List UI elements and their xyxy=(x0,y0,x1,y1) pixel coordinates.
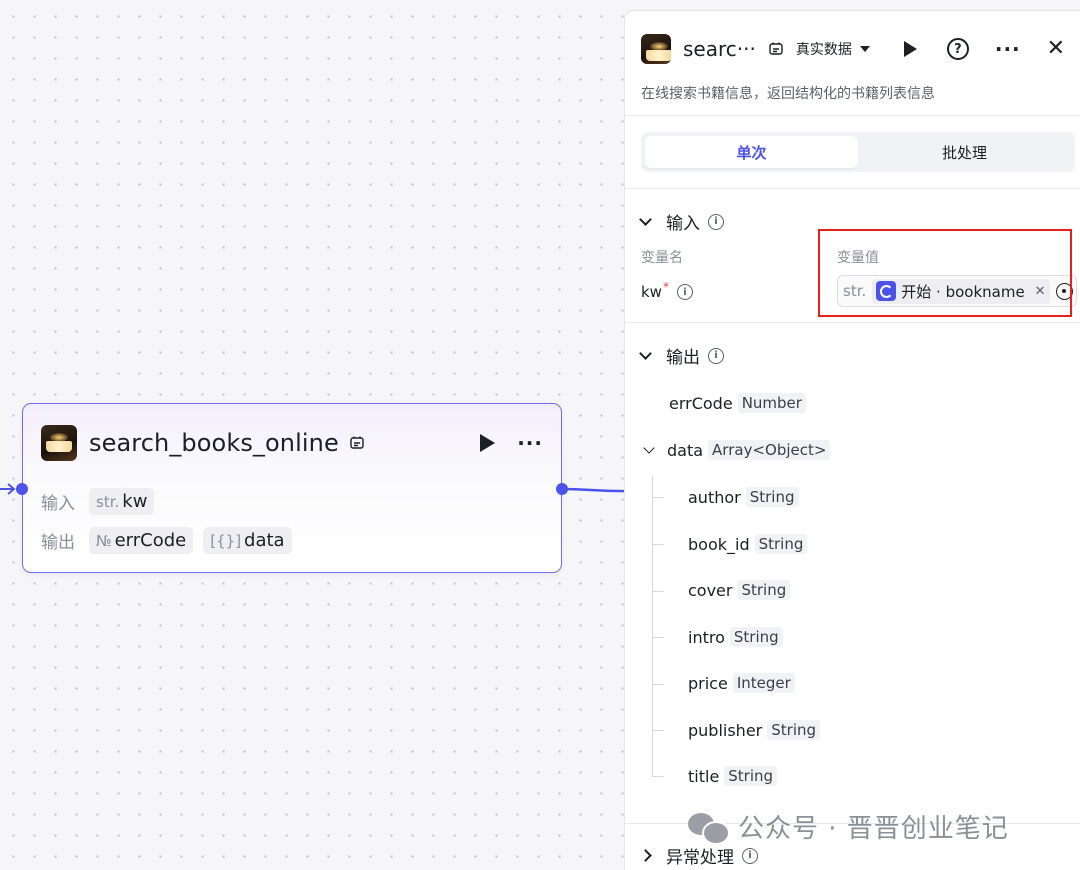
info-icon[interactable]: i xyxy=(708,347,724,364)
run-node-icon[interactable] xyxy=(480,434,496,452)
tab-batch[interactable]: 批处理 xyxy=(858,136,1071,168)
node-title: search_books_online xyxy=(89,429,339,457)
output-type: Integer xyxy=(732,673,795,693)
output-name: publisher xyxy=(688,720,763,740)
tree-branch xyxy=(652,591,664,592)
exception-section-title: 异常处理 xyxy=(666,848,734,868)
output-type: String xyxy=(737,580,791,600)
divider xyxy=(625,322,1080,323)
tree-branch xyxy=(652,730,664,731)
input-port[interactable] xyxy=(16,483,28,495)
node-output-name: errCode xyxy=(114,530,187,551)
chevron-right-icon xyxy=(639,849,652,862)
tree-branch xyxy=(652,776,664,777)
watermark: 公众号 · 晋晋创业笔记 xyxy=(688,808,1009,845)
tree-branch xyxy=(652,684,664,685)
divider xyxy=(625,115,1080,116)
exception-section-header[interactable]: 异常处理 i xyxy=(639,843,758,868)
output-section-header[interactable]: 输出 i xyxy=(639,343,724,368)
node-header: search_books_online ··· xyxy=(41,424,543,462)
panel-description: 在线搜索书籍信息，返回结构化的书籍列表信息 xyxy=(641,86,935,102)
tree-branch xyxy=(652,497,664,498)
output-name: book_id xyxy=(688,534,750,554)
close-icon[interactable]: ✕ xyxy=(1047,38,1065,60)
watermark-text: 公众号 · 晋晋创业笔记 xyxy=(738,814,1009,844)
output-name: errCode xyxy=(669,393,733,413)
wechat-icon xyxy=(688,811,730,845)
chevron-down-icon[interactable] xyxy=(643,441,655,454)
node-input-label: 输入 xyxy=(41,494,75,514)
node-input-tag: str. kw xyxy=(89,488,155,515)
chevron-down-icon xyxy=(639,212,652,226)
panel-title: searc··· xyxy=(683,37,756,61)
book-icon xyxy=(41,425,77,461)
output-item[interactable]: data Array<Object> xyxy=(643,440,831,460)
panel-header: searc··· 真实数据 ? ··· ✕ xyxy=(641,33,1080,65)
type-number-icon: № xyxy=(96,531,112,550)
output-name: author xyxy=(688,487,741,507)
node-output-label: 输出 xyxy=(41,533,75,553)
output-child-item: book_id String xyxy=(688,534,808,554)
node-outputs-row: 输出 № errCode [{}] data xyxy=(41,527,302,554)
help-icon[interactable]: ? xyxy=(946,38,969,60)
output-type: String xyxy=(745,487,799,507)
data-source-dropdown[interactable]: 真实数据 xyxy=(796,39,870,59)
param-name-text: kw xyxy=(641,283,662,301)
tab-single[interactable]: 单次 xyxy=(645,136,858,168)
input-section-header[interactable]: 输入 i xyxy=(639,209,724,234)
input-section-title: 输入 xyxy=(666,214,700,234)
run-icon[interactable] xyxy=(903,41,917,57)
output-child-item: title String xyxy=(688,766,778,786)
output-type: String xyxy=(724,766,778,786)
type-str-icon: str. xyxy=(96,492,120,511)
output-item: errCode Number xyxy=(669,393,806,413)
book-icon xyxy=(641,34,671,64)
output-child-item: publisher String xyxy=(688,720,821,740)
red-highlight-box xyxy=(818,229,1072,317)
column-variable-name: 变量名 xyxy=(641,250,683,266)
output-child-item: price Integer xyxy=(688,673,795,693)
output-name: title xyxy=(688,766,720,786)
node-output-tag: № errCode xyxy=(89,527,194,554)
plugin-icon xyxy=(350,436,364,449)
chevron-down-icon xyxy=(639,346,652,360)
required-mark: * xyxy=(662,280,669,294)
output-type: String xyxy=(754,534,808,554)
output-name: intro xyxy=(688,627,725,647)
output-name: price xyxy=(688,673,728,693)
output-name: data xyxy=(667,440,704,460)
info-icon[interactable]: i xyxy=(676,284,693,300)
divider xyxy=(625,188,1080,189)
output-name: cover xyxy=(688,580,733,600)
more-icon[interactable]: ··· xyxy=(995,39,1021,59)
mode-tabs: 单次 批处理 xyxy=(641,132,1075,172)
output-type: String xyxy=(729,627,783,647)
output-type: String xyxy=(767,720,821,740)
node-output-name: data xyxy=(244,530,285,551)
output-child-item: intro String xyxy=(688,627,783,647)
caret-down-icon xyxy=(859,46,870,52)
output-port[interactable] xyxy=(556,483,568,495)
output-section-title: 输出 xyxy=(666,348,700,368)
output-type: Number xyxy=(737,393,806,413)
tree-branch xyxy=(652,637,664,638)
data-source-label: 真实数据 xyxy=(795,42,852,58)
tree-line xyxy=(652,476,653,776)
node-inputs-row: 输入 str. kw xyxy=(41,488,164,515)
info-icon[interactable]: i xyxy=(708,213,724,230)
type-array-icon: [{}] xyxy=(210,531,242,550)
node-detail-panel: searc··· 真实数据 ? ··· ✕ 在线搜索书籍信息，返回结构化的书籍列… xyxy=(624,10,1080,870)
tree-branch xyxy=(652,544,664,545)
node-input-name: kw xyxy=(122,491,148,512)
workflow-node[interactable]: search_books_online ··· 输入 str. kw 输出 № … xyxy=(16,403,568,573)
info-icon[interactable]: i xyxy=(742,847,758,864)
output-type: Array<Object> xyxy=(708,440,831,460)
more-icon[interactable]: ··· xyxy=(517,433,543,453)
plugin-icon xyxy=(769,42,783,55)
output-child-item: author String xyxy=(688,487,799,507)
param-name: kw * i xyxy=(641,280,693,301)
node-output-tag: [{}] data xyxy=(203,527,292,554)
output-child-item: cover String xyxy=(688,580,791,600)
